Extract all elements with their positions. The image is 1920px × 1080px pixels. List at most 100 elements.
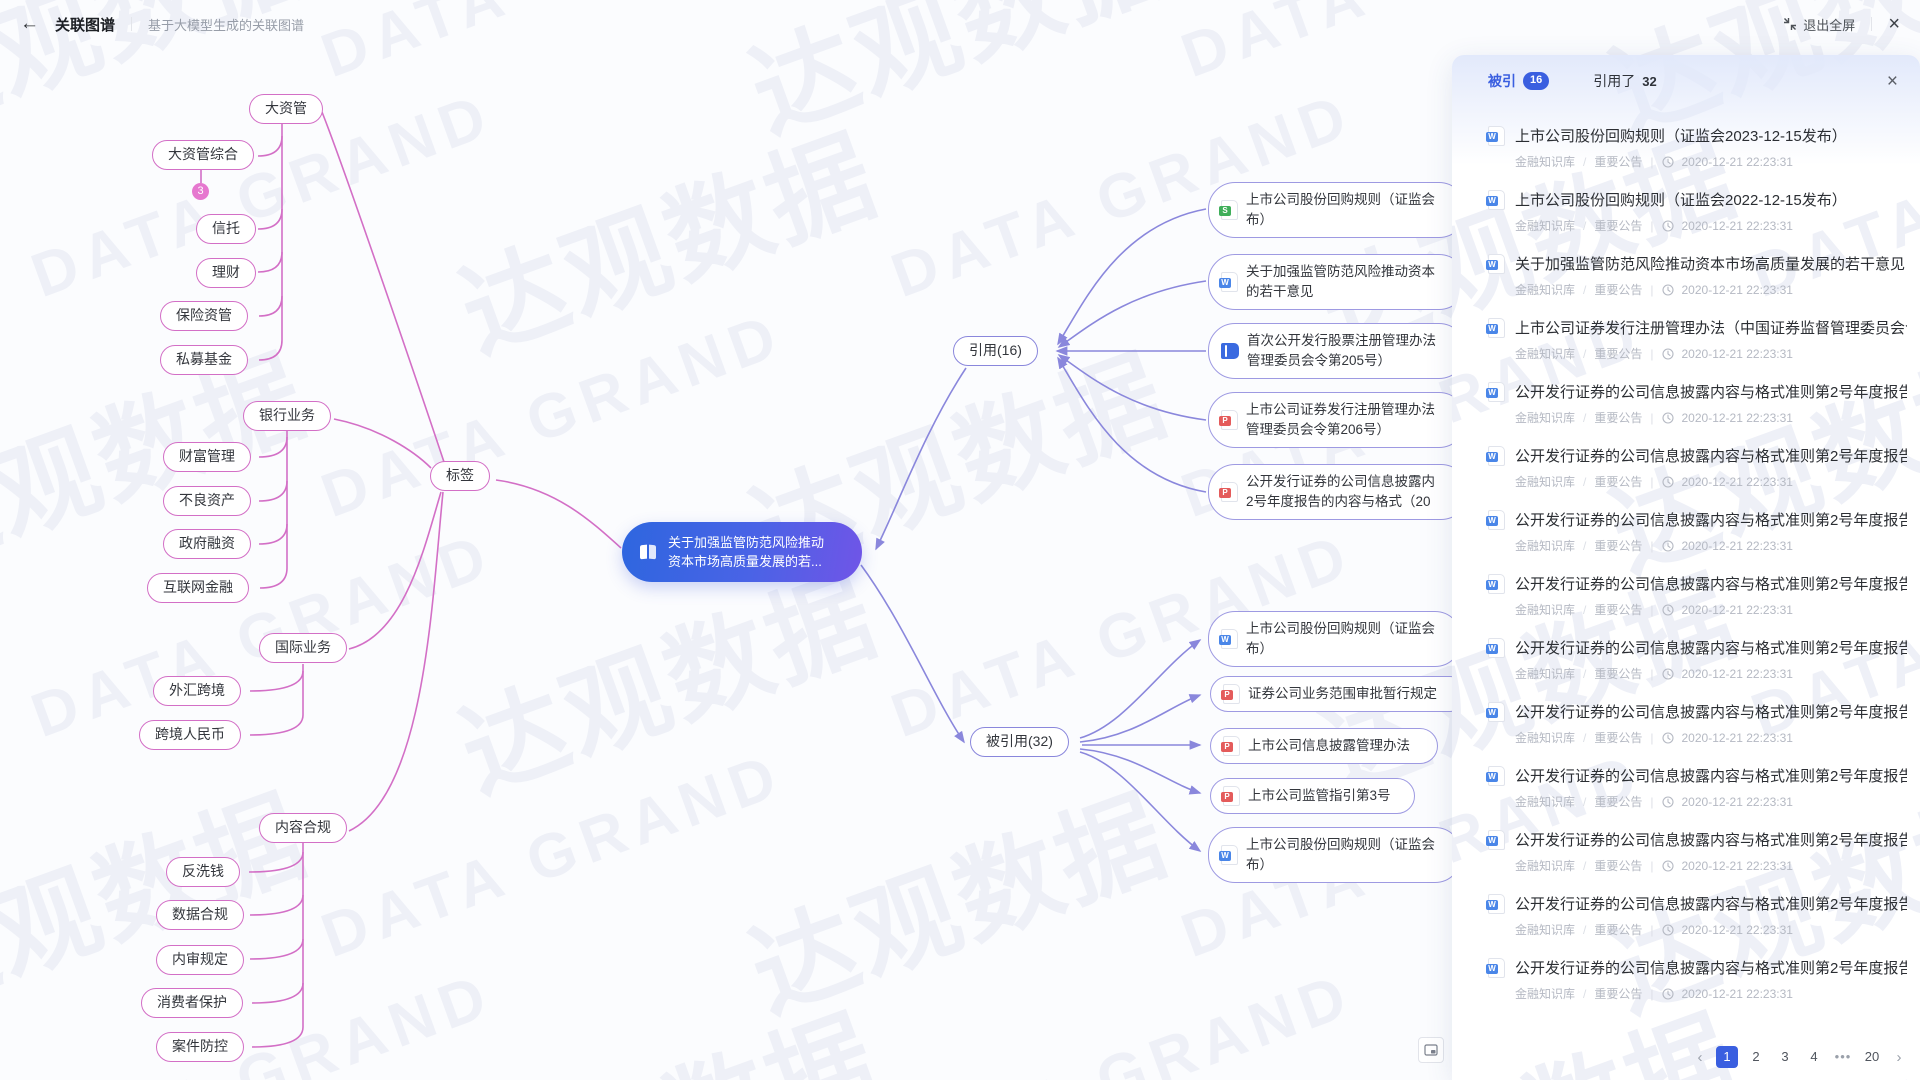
- mindmap-node-leaf[interactable]: 理财: [196, 258, 256, 288]
- book-icon: [638, 542, 658, 562]
- word-doc-icon: W: [1488, 254, 1505, 274]
- document-list-item[interactable]: W 公开发行证券的公司信息披露内容与格式准则第2号年度报告的内... 金融知识库…: [1488, 947, 1902, 1011]
- pagination-page-2[interactable]: 2: [1745, 1046, 1767, 1068]
- clock-icon: [1662, 796, 1674, 808]
- document-meta: 金融知识库/重要公告| 2020-12-21 22:23:31: [1515, 729, 1907, 746]
- center-node-title: 关于加强监管防范风险推动 资本市场高质量发展的若...: [668, 533, 824, 571]
- mindmap-node-leaf[interactable]: 跨境人民币: [139, 720, 241, 750]
- pagination-ellipsis[interactable]: •••: [1832, 1046, 1854, 1068]
- word-doc-icon: W: [1221, 845, 1238, 865]
- clock-icon: [1662, 540, 1674, 552]
- document-title: 关于加强监管防范风险推动资本市场高质量发展的若干意见: [1515, 253, 1905, 274]
- pagination-page-1[interactable]: 1: [1716, 1046, 1738, 1068]
- mindmap-node-group[interactable]: 银行业务: [243, 401, 331, 431]
- mindmap-node-leaf[interactable]: 反洗钱: [166, 857, 240, 887]
- clock-icon: [1662, 476, 1674, 488]
- doc-node[interactable]: W 上市公司股份回购规则（证监会布）: [1208, 611, 1462, 667]
- mindmap-node-leaf[interactable]: 不良资产: [163, 486, 251, 516]
- word-doc-icon: W: [1488, 126, 1505, 146]
- mindmap-node-leaf[interactable]: 政府融资: [163, 529, 251, 559]
- word-doc-icon: W: [1488, 510, 1505, 530]
- document-list-item[interactable]: W 上市公司股份回购规则（证监会2023-12-15发布） 金融知识库/重要公告…: [1488, 115, 1902, 179]
- doc-node[interactable]: 首次公开发行股票注册管理办法管理委员会令第205号）: [1208, 323, 1466, 379]
- doc-node[interactable]: W 上市公司股份回购规则（证监会布）: [1208, 827, 1462, 883]
- document-meta: 金融知识库/重要公告| 2020-12-21 22:23:31: [1515, 921, 1907, 938]
- doc-node[interactable]: P 上市公司证券发行注册管理办法管理委员会令第206号）: [1208, 392, 1466, 448]
- minimap-toggle-button[interactable]: [1418, 1037, 1444, 1063]
- mindmap-center-node[interactable]: 关于加强监管防范风险推动 资本市场高质量发展的若...: [622, 522, 862, 582]
- document-title: 公开发行证券的公司信息披露内容与格式准则第2号年度报告的内...: [1515, 893, 1907, 914]
- app-screen: 达观数据DATA GRAND达观数据DATA GRAND达观数据DATA GRA…: [0, 0, 1920, 1080]
- document-list-item[interactable]: W 公开发行证券的公司信息披露内容与格式准则第2号年度报告的内... 金融知识库…: [1488, 755, 1902, 819]
- document-list-item[interactable]: W 公开发行证券的公司信息披露内容与格式准则第2号年度报告的内... 金融知识库…: [1488, 691, 1902, 755]
- mindmap-node-group[interactable]: 国际业务: [259, 633, 347, 663]
- mindmap-node-citing[interactable]: 被引用(32): [970, 727, 1069, 757]
- document-list-item[interactable]: W 公开发行证券的公司信息披露内容与格式准则第2号年度报告的内... 金融知识库…: [1488, 819, 1902, 883]
- document-title: 公开发行证券的公司信息披露内容与格式准则第2号年度报告的内...: [1515, 573, 1907, 594]
- mindmap-node-group[interactable]: 内容合规: [259, 813, 347, 843]
- pagination-prev[interactable]: ‹: [1691, 1049, 1709, 1066]
- sheet-doc-icon: S: [1221, 200, 1238, 220]
- top-bar: ← 关联图谱 基于大模型生成的关联图谱 退出全屏 ×: [0, 0, 1920, 48]
- pagination-page-4[interactable]: 4: [1803, 1046, 1825, 1068]
- close-icon[interactable]: ×: [1888, 14, 1900, 34]
- mindmap-node-leaf[interactable]: 私募基金: [160, 345, 248, 375]
- document-meta: 金融知识库/重要公告| 2020-12-21 22:23:31: [1515, 985, 1907, 1002]
- document-meta: 金融知识库/重要公告| 2020-12-21 22:23:31: [1515, 793, 1907, 810]
- document-list-item[interactable]: W 上市公司证券发行注册管理办法（中国证券监督管理委员会令第2... 金融知识库…: [1488, 307, 1902, 371]
- document-meta: 金融知识库/重要公告| 2020-12-21 22:23:31: [1515, 217, 1847, 234]
- mindmap-node-leaf[interactable]: 大资管综合: [152, 140, 254, 170]
- clock-icon: [1662, 220, 1674, 232]
- doc-node[interactable]: P 上市公司监管指引第3号: [1210, 778, 1415, 814]
- pagination-page-3[interactable]: 3: [1774, 1046, 1796, 1068]
- mindmap-node-leaf[interactable]: 外汇跨境: [153, 676, 241, 706]
- doc-node[interactable]: P 上市公司信息披露管理办法: [1210, 728, 1438, 764]
- collapsed-count-badge[interactable]: 3: [192, 183, 209, 200]
- document-meta: 金融知识库/重要公告| 2020-12-21 22:23:31: [1515, 153, 1847, 170]
- document-list-item[interactable]: W 上市公司股份回购规则（证监会2022-12-15发布） 金融知识库/重要公告…: [1488, 179, 1902, 243]
- mindmap-node-tags[interactable]: 标签: [430, 461, 490, 491]
- document-list-item[interactable]: W 公开发行证券的公司信息披露内容与格式准则第2号年度报告的内... 金融知识库…: [1488, 371, 1902, 435]
- exit-fullscreen-button[interactable]: 退出全屏: [1783, 15, 1855, 34]
- citation-panel: 达观数据DATA GRAND达观数据DATA GRAND达观数据DATA GRA…: [1452, 55, 1920, 1080]
- clock-icon: [1662, 860, 1674, 872]
- doc-node[interactable]: P 公开发行证券的公司信息披露内2号年度报告的内容与格式（20: [1208, 464, 1468, 520]
- mindmap-node-leaf[interactable]: 数据合规: [156, 900, 244, 930]
- pagination-page-20[interactable]: 20: [1861, 1046, 1883, 1068]
- doc-node[interactable]: P 证券公司业务范围审批暂行规定: [1210, 676, 1468, 712]
- panel-close-icon[interactable]: ×: [1887, 72, 1898, 91]
- word-doc-icon: W: [1488, 894, 1505, 914]
- mindmap-node-leaf[interactable]: 案件防控: [156, 1032, 244, 1062]
- mindmap-node-leaf[interactable]: 保险资管: [160, 301, 248, 331]
- mindmap-node-leaf[interactable]: 财富管理: [163, 442, 251, 472]
- document-list-item[interactable]: W 公开发行证券的公司信息披露内容与格式准则第2号年度报告的内... 金融知识库…: [1488, 563, 1902, 627]
- document-list-item[interactable]: W 公开发行证券的公司信息披露内容与格式准则第2号年度报告的内... 金融知识库…: [1488, 883, 1902, 947]
- document-list-item[interactable]: W 公开发行证券的公司信息披露内容与格式准则第2号年度报告的内... 金融知识库…: [1488, 499, 1902, 563]
- clock-icon: [1662, 924, 1674, 936]
- mindmap-node-leaf[interactable]: 内审规定: [156, 945, 244, 975]
- mindmap-node-leaf[interactable]: 信托: [196, 214, 256, 244]
- document-list-item[interactable]: W 公开发行证券的公司信息披露内容与格式准则第2号年度报告的内... 金融知识库…: [1488, 627, 1902, 691]
- tab-cited-by[interactable]: 被引 16: [1488, 71, 1549, 91]
- minimap-icon: [1424, 1044, 1438, 1056]
- mindmap-node-leaf[interactable]: 互联网金融: [147, 573, 249, 603]
- document-list: W 上市公司股份回购规则（证监会2023-12-15发布） 金融知识库/重要公告…: [1452, 107, 1920, 1011]
- document-title: 公开发行证券的公司信息披露内容与格式准则第2号年度报告的内...: [1515, 637, 1907, 658]
- pdf-doc-icon: P: [1221, 410, 1238, 430]
- pagination-next[interactable]: ›: [1890, 1049, 1908, 1066]
- mindmap-node-leaf[interactable]: 消费者保护: [141, 988, 243, 1018]
- document-meta: 金融知识库/重要公告| 2020-12-21 22:23:31: [1515, 345, 1907, 362]
- document-meta: 金融知识库/重要公告| 2020-12-21 22:23:31: [1515, 537, 1907, 554]
- mindmap-node-cited[interactable]: 引用(16): [953, 336, 1038, 366]
- document-title: 公开发行证券的公司信息披露内容与格式准则第2号年度报告的内...: [1515, 381, 1907, 402]
- mindmap-node-group[interactable]: 大资管: [249, 94, 323, 124]
- clock-icon: [1662, 732, 1674, 744]
- tab-cites[interactable]: 引用了 32: [1593, 71, 1656, 91]
- word-doc-icon: W: [1221, 629, 1238, 649]
- doc-node[interactable]: W 关于加强监管防范风险推动资本的若干意见: [1208, 254, 1466, 310]
- document-list-item[interactable]: W 关于加强监管防范风险推动资本市场高质量发展的若干意见 金融知识库/重要公告|…: [1488, 243, 1902, 307]
- clock-icon: [1662, 156, 1674, 168]
- back-icon[interactable]: ←: [20, 13, 39, 35]
- doc-node[interactable]: S 上市公司股份回购规则（证监会布）: [1208, 182, 1466, 238]
- document-list-item[interactable]: W 公开发行证券的公司信息披露内容与格式准则第2号年度报告的内... 金融知识库…: [1488, 435, 1902, 499]
